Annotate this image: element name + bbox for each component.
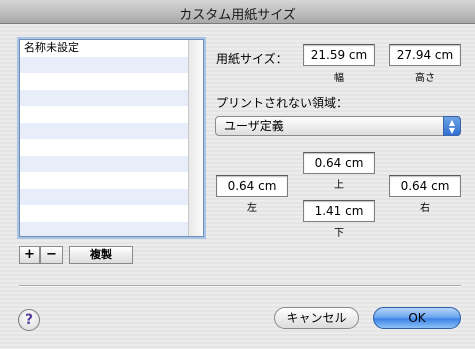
window-title: カスタム用紙サイズ bbox=[179, 8, 296, 23]
paper-width-label: 幅 bbox=[334, 73, 344, 84]
paper-width-field[interactable]: 21.59 cm bbox=[303, 44, 375, 66]
margin-right-label: 右 bbox=[420, 203, 430, 214]
list-item bbox=[20, 122, 189, 139]
margin-bottom-field[interactable]: 1.41 cm bbox=[303, 200, 375, 222]
list-item[interactable]: 名称未設定 bbox=[20, 40, 189, 57]
list-item bbox=[20, 172, 189, 189]
margin-left-field[interactable]: 0.64 cm bbox=[216, 175, 288, 197]
duplicate-button[interactable]: 複製 bbox=[69, 246, 133, 264]
paper-size-label: 用紙サイズ： bbox=[216, 52, 288, 66]
list-rows: 名称未設定 bbox=[20, 40, 189, 236]
add-button[interactable]: + bbox=[19, 246, 40, 264]
margin-top-label: 上 bbox=[334, 180, 344, 191]
popup-selected: ユーザ定義 bbox=[224, 119, 284, 133]
list-item bbox=[20, 73, 189, 90]
nonprintable-popup[interactable]: ユーザ定義 ▲ ▼ bbox=[215, 116, 461, 136]
title-bar: カスタム用紙サイズ bbox=[0, 0, 475, 24]
popup-arrows-icon: ▲ ▼ bbox=[443, 116, 461, 136]
paper-height-field[interactable]: 27.94 cm bbox=[389, 44, 461, 66]
nonprintable-label: プリントされない領域： bbox=[216, 96, 349, 110]
margin-top-field[interactable]: 0.64 cm bbox=[303, 152, 375, 174]
list-item bbox=[20, 56, 189, 73]
list-item bbox=[20, 188, 189, 205]
remove-button[interactable]: − bbox=[40, 246, 63, 264]
ok-button[interactable]: OK bbox=[373, 307, 461, 329]
margin-left-label: 左 bbox=[247, 203, 257, 214]
paper-size-list[interactable]: 名称未設定 bbox=[19, 39, 204, 237]
separator bbox=[19, 285, 461, 287]
list-scrollbar[interactable] bbox=[188, 40, 203, 236]
paper-height-label: 高さ bbox=[415, 73, 435, 84]
margin-right-field[interactable]: 0.64 cm bbox=[389, 175, 461, 197]
list-item bbox=[20, 89, 189, 106]
list-item bbox=[20, 106, 189, 123]
list-item bbox=[20, 139, 189, 156]
help-button[interactable]: ? bbox=[18, 309, 40, 331]
margin-bottom-label: 下 bbox=[334, 228, 344, 239]
cancel-button[interactable]: キャンセル bbox=[274, 307, 359, 329]
list-item bbox=[20, 155, 189, 172]
list-item bbox=[20, 205, 189, 222]
list-item bbox=[20, 221, 189, 236]
